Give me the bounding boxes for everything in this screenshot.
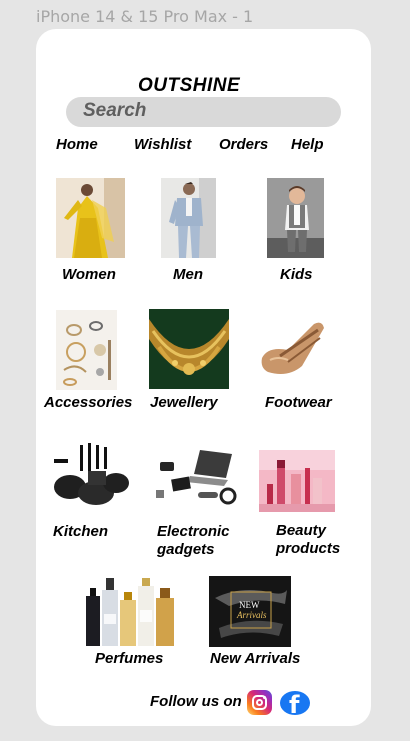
search-bar[interactable]: Search bbox=[66, 97, 341, 127]
category-label-kids: Kids bbox=[280, 266, 313, 283]
beauty-products-image[interactable] bbox=[259, 450, 335, 512]
new-arrivals-image[interactable]: NEW Arrivals bbox=[209, 576, 291, 647]
nav-help[interactable]: Help bbox=[291, 136, 324, 153]
app-title: OUTSHINE bbox=[138, 75, 241, 96]
category-label-beauty-products: Beauty products bbox=[276, 522, 341, 557]
search-placeholder: Search bbox=[83, 100, 147, 121]
category-label-electronic-gadgets: Electronic gadgets bbox=[157, 523, 230, 558]
women-image[interactable] bbox=[56, 178, 125, 258]
banner-arrivals: Arrivals bbox=[237, 610, 267, 620]
nav-home[interactable]: Home bbox=[56, 136, 98, 153]
kids-image[interactable] bbox=[267, 178, 324, 258]
perfumes-image[interactable] bbox=[84, 570, 177, 647]
facebook-icon-glyph: f bbox=[289, 691, 300, 715]
nav-wishlist[interactable]: Wishlist bbox=[134, 136, 191, 153]
jewellery-image[interactable] bbox=[149, 309, 229, 389]
category-label-kitchen: Kitchen bbox=[53, 523, 109, 540]
banner-new: NEW bbox=[239, 600, 260, 610]
electronic-gadgets-image[interactable] bbox=[150, 444, 240, 510]
category-label-women: Women bbox=[62, 266, 116, 283]
category-label-footwear: Footwear bbox=[265, 394, 332, 411]
men-image[interactable] bbox=[161, 178, 216, 258]
category-label-men: Men bbox=[173, 266, 203, 283]
category-label-perfumes: Perfumes bbox=[95, 650, 164, 667]
category-label-jewellery: Jewellery bbox=[150, 394, 218, 411]
facebook-icon[interactable]: f bbox=[280, 691, 310, 715]
category-label-accessories: Accessories bbox=[44, 394, 133, 411]
accessories-image[interactable] bbox=[56, 310, 117, 390]
footwear-image[interactable] bbox=[258, 316, 333, 382]
kitchen-image[interactable] bbox=[50, 441, 131, 511]
instagram-icon[interactable] bbox=[247, 690, 272, 715]
instagram-icon-lens bbox=[256, 699, 263, 706]
nav-orders[interactable]: Orders bbox=[219, 136, 268, 153]
category-label-new-arrivals: New Arrivals bbox=[210, 650, 301, 667]
frame-label: iPhone 14 & 15 Pro Max - 1 bbox=[36, 7, 254, 26]
follow-us-text: Follow us on bbox=[150, 693, 242, 710]
instagram-icon-flash bbox=[263, 696, 266, 699]
